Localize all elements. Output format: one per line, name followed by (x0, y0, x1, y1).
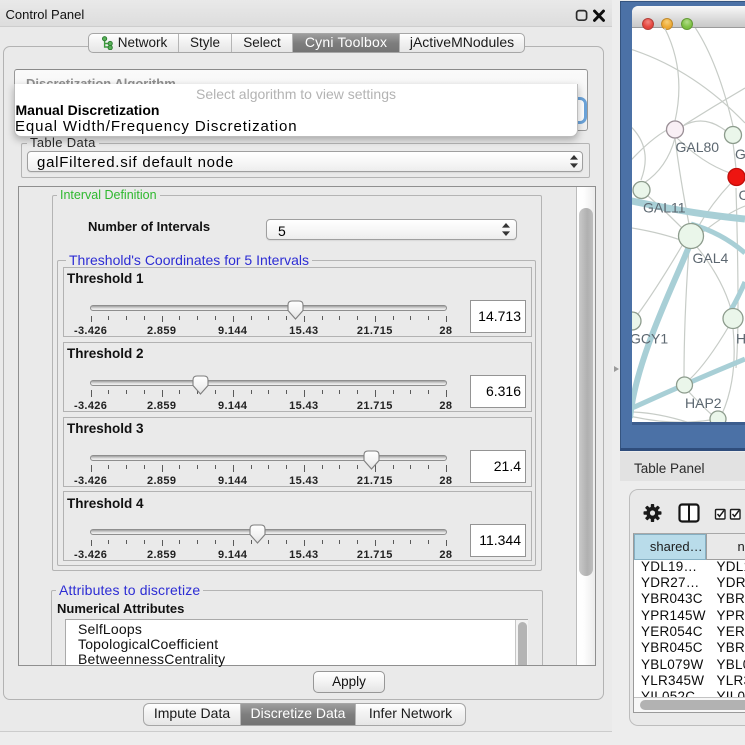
svg-text:GAL80: GAL80 (676, 139, 720, 155)
svg-text:HIS: HIS (736, 331, 745, 347)
svg-text:C: C (739, 187, 745, 203)
svg-text:GAL11: GAL11 (643, 200, 686, 216)
svg-text:GAL: GAL (735, 146, 745, 162)
svg-text:GCY1: GCY1 (632, 331, 668, 347)
svg-text:HAP2: HAP2 (685, 395, 722, 411)
svg-text:GAL4: GAL4 (693, 250, 729, 266)
